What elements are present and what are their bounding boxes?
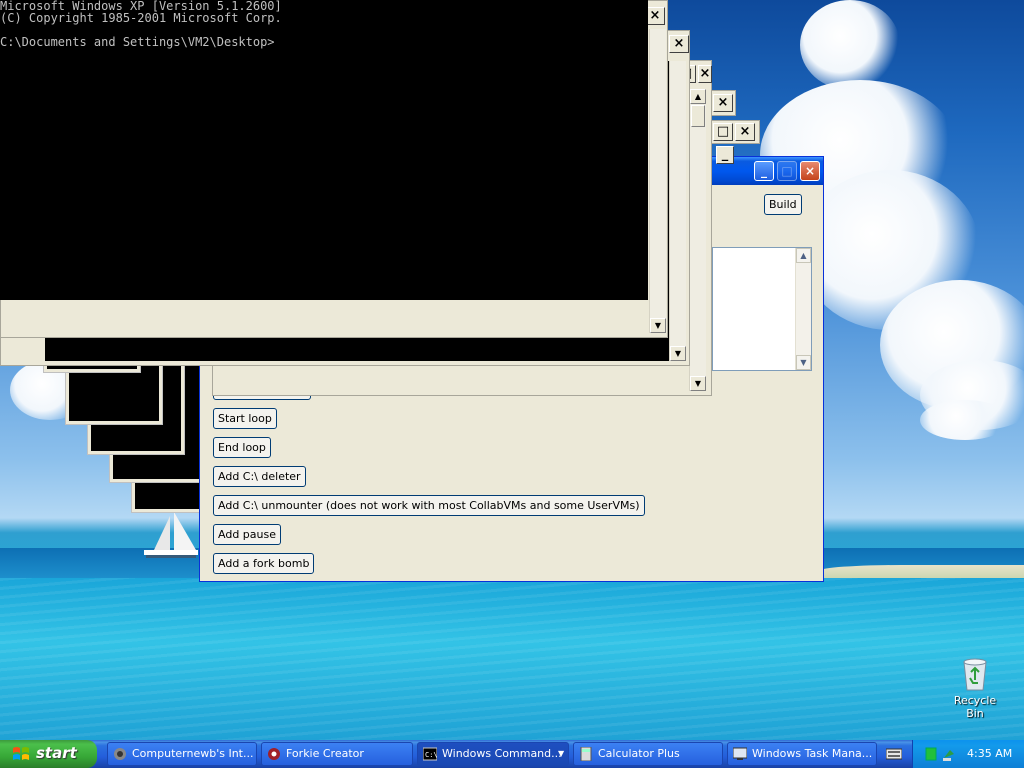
task-label: Computernewb's Int... bbox=[132, 747, 254, 760]
console-close-icon[interactable]: × bbox=[645, 7, 665, 25]
recycle-bin-label: Recycle Bin bbox=[953, 694, 997, 720]
add-fork-bomb-button[interactable]: Add a fork bomb bbox=[213, 553, 315, 574]
scroll-thumb[interactable] bbox=[691, 105, 705, 127]
build-button[interactable]: Build bbox=[764, 194, 802, 215]
windows-logo-icon bbox=[13, 747, 29, 760]
forkie-close-button[interactable]: × bbox=[800, 161, 820, 181]
console-line: C:\Documents and Settings\VM2\Desktop> bbox=[0, 35, 275, 49]
clock[interactable]: 4:35 AM bbox=[967, 747, 1012, 760]
add-c-deleter-button[interactable]: Add C:\ deleter bbox=[213, 466, 306, 487]
console-line: (C) Copyright 1985-2001 Microsoft Corp. bbox=[0, 11, 282, 25]
scroll-up-icon[interactable]: ▲ bbox=[690, 89, 706, 104]
calculator-icon bbox=[580, 747, 592, 761]
console-maximize-icon[interactable]: □ bbox=[713, 123, 733, 141]
recycle-bin-icon bbox=[963, 658, 987, 691]
sailboat-icon bbox=[144, 512, 198, 558]
console-scrollbar[interactable]: ▼ bbox=[669, 61, 686, 361]
svg-text:C:\: C:\ bbox=[425, 751, 437, 759]
scroll-down-icon[interactable]: ▼ bbox=[796, 355, 811, 370]
keyboard-icon[interactable] bbox=[886, 747, 902, 761]
group-dropdown-icon[interactable]: ▼ bbox=[558, 743, 564, 765]
task-label: Windows Task Mana... bbox=[752, 747, 873, 760]
listbox-scrollbar[interactable]: ▲ ▼ bbox=[795, 248, 811, 370]
sea bbox=[0, 578, 1024, 740]
console-close-icon[interactable]: × bbox=[713, 94, 733, 112]
console-scrollbar[interactable]: ▼ bbox=[649, 29, 666, 333]
task-windows-command[interactable]: C:\ Windows Command... ▼ bbox=[417, 742, 569, 766]
island bbox=[820, 565, 1024, 579]
start-button[interactable]: start bbox=[0, 740, 97, 768]
taskbar: start Computernewb's Int... Forkie Creat… bbox=[0, 740, 1024, 768]
network-icon[interactable] bbox=[925, 747, 937, 761]
start-loop-button[interactable]: Start loop bbox=[213, 408, 277, 429]
scroll-down-icon[interactable]: ▼ bbox=[690, 376, 706, 391]
script-listbox[interactable]: ▲ ▼ bbox=[712, 247, 812, 371]
safely-remove-hardware-icon[interactable] bbox=[941, 746, 957, 762]
forkie-icon bbox=[268, 748, 280, 760]
add-c-unmounter-button[interactable]: Add C:\ unmounter (does not work with mo… bbox=[213, 495, 645, 516]
forkie-minimize-button[interactable]: _ bbox=[754, 161, 774, 181]
console-close-icon[interactable]: × bbox=[735, 123, 755, 141]
console-scrollbar[interactable]: ▲ ▼ bbox=[689, 89, 706, 391]
console-output[interactable]: Microsoft Windows XP [Version 5.1.2600] … bbox=[0, 0, 282, 48]
system-tray: 4:35 AM bbox=[912, 740, 1024, 768]
task-calculator-plus[interactable]: Calculator Plus bbox=[573, 742, 723, 766]
task-label: Calculator Plus bbox=[598, 747, 680, 760]
browser-icon bbox=[114, 748, 126, 760]
task-manager-icon bbox=[733, 747, 747, 760]
command-prompt-icon: C:\ bbox=[423, 747, 437, 761]
task-label: Windows Command... bbox=[442, 747, 562, 760]
start-label: start bbox=[36, 744, 77, 762]
task-task-manager[interactable]: Windows Task Mana... bbox=[727, 742, 877, 766]
recycle-bin[interactable]: Recycle Bin bbox=[944, 656, 1006, 720]
console-minimize-icon[interactable]: _ bbox=[716, 146, 734, 164]
task-forkie-creator[interactable]: Forkie Creator bbox=[261, 742, 413, 766]
task-browser[interactable]: Computernewb's Int... bbox=[107, 742, 257, 766]
cloud bbox=[920, 400, 1010, 440]
cloud bbox=[800, 0, 900, 90]
console-close-icon[interactable]: × bbox=[698, 65, 712, 83]
console-close-icon[interactable]: × bbox=[669, 35, 689, 53]
scroll-down-icon[interactable]: ▼ bbox=[650, 318, 666, 333]
scroll-down-icon[interactable]: ▼ bbox=[670, 346, 686, 361]
add-pause-button[interactable]: Add pause bbox=[213, 524, 281, 545]
scroll-up-icon[interactable]: ▲ bbox=[796, 248, 811, 263]
end-loop-button[interactable]: End loop bbox=[213, 437, 271, 458]
command-prompt-window[interactable]: Microsoft Windows XP [Version 5.1.2600] … bbox=[0, 0, 648, 300]
task-label: Forkie Creator bbox=[286, 747, 364, 760]
forkie-maximize-button: □ bbox=[777, 161, 797, 181]
